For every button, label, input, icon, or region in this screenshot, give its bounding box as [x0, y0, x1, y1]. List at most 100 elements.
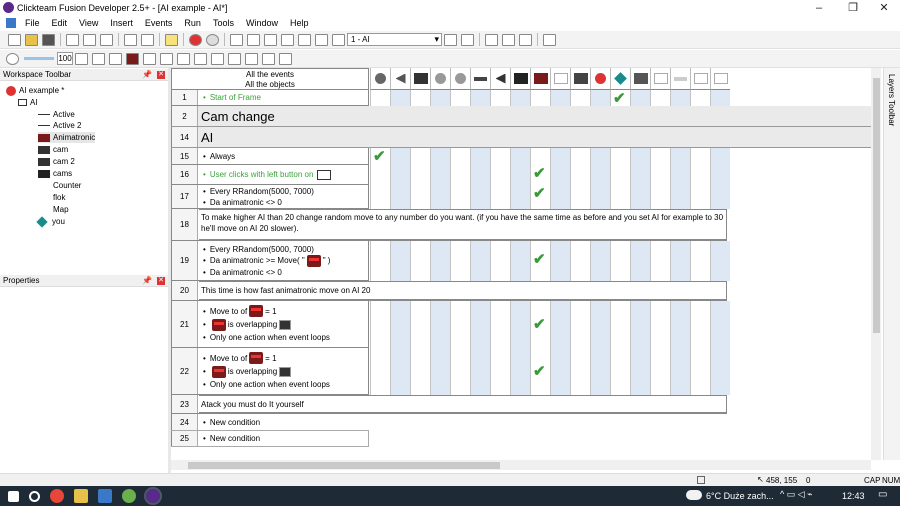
prev-frame-icon[interactable] — [444, 33, 457, 46]
restore-icon[interactable]: ❐ — [837, 0, 869, 15]
menu-tools[interactable]: Tools — [207, 18, 240, 28]
animatronic-tool-icon[interactable] — [126, 52, 139, 65]
condition-text[interactable]: Only one action when event loops — [203, 379, 364, 390]
event-grid-cell[interactable] — [510, 301, 530, 395]
event-row[interactable]: 22 Move to of = 1 is overlapping Only one… — [171, 348, 369, 395]
tree-item-cams[interactable]: cams — [38, 168, 72, 179]
event-grid-cell[interactable] — [610, 241, 630, 281]
event-row[interactable]: 24 New condition — [171, 414, 369, 431]
event-grid-cell[interactable] — [690, 301, 710, 395]
event-grid-cell[interactable] — [670, 90, 690, 106]
help-icon[interactable] — [165, 33, 178, 46]
action-check-icon[interactable]: ✔ — [533, 186, 546, 201]
pin-icon[interactable]: 📌 — [142, 275, 152, 287]
condition-line[interactable]: Da animatronic >= Move( " " ) — [203, 254, 364, 267]
filter-icon[interactable] — [245, 52, 258, 65]
event-grid-cell[interactable] — [390, 301, 410, 395]
find-icon[interactable] — [211, 52, 224, 65]
event-grid-cell[interactable] — [450, 148, 470, 209]
event-grid-cell[interactable] — [510, 148, 530, 209]
menu-file[interactable]: File — [19, 18, 46, 28]
event-grid-cell[interactable] — [470, 241, 490, 281]
event-grid-cell[interactable] — [410, 301, 430, 395]
insert-object-icon[interactable] — [143, 52, 156, 65]
event-grid-cell[interactable] — [490, 90, 510, 106]
event-grid-cell[interactable] — [670, 148, 690, 209]
tree-item-cam[interactable]: cam — [38, 144, 68, 155]
comment-row[interactable]: 18 To make higher AI than 20 change rand… — [171, 209, 727, 241]
redo-icon[interactable] — [141, 33, 154, 46]
event-grid-cell[interactable] — [650, 148, 670, 209]
comment-text[interactable]: Atack you must do It yourself — [199, 395, 727, 413]
steam-icon[interactable] — [98, 489, 112, 503]
pin-icon[interactable]: 📌 — [142, 69, 152, 81]
align-icon[interactable] — [75, 52, 88, 65]
options-icon[interactable] — [519, 33, 532, 46]
tree-item-cam-2[interactable]: cam 2 — [38, 156, 75, 167]
event-grid-cell[interactable] — [630, 90, 650, 106]
event-grid-cell[interactable] — [450, 241, 470, 281]
event-grid-cell[interactable] — [370, 90, 390, 106]
paste-icon[interactable] — [100, 33, 113, 46]
close-icon[interactable]: ✕ — [868, 0, 900, 15]
column-header[interactable] — [530, 68, 550, 90]
grid-icon[interactable] — [502, 33, 515, 46]
event-grid-cell[interactable] — [550, 148, 570, 209]
action-check-icon[interactable]: ✔ — [533, 252, 546, 267]
search-icon[interactable] — [29, 490, 40, 502]
insert-group-icon[interactable] — [177, 52, 190, 65]
event-grid-cell[interactable] — [630, 148, 650, 209]
event-grid-cell[interactable] — [510, 90, 530, 106]
tree-item-map[interactable]: Map — [38, 204, 69, 215]
event-grid-cell[interactable] — [610, 301, 630, 395]
menu-window[interactable]: Window — [240, 18, 284, 28]
event-grid-cell[interactable] — [710, 90, 730, 106]
layers-icon[interactable] — [315, 33, 328, 46]
event-grid-cell[interactable] — [670, 301, 690, 395]
event-list-icon[interactable] — [281, 33, 294, 46]
event-grid-cell[interactable] — [410, 241, 430, 281]
event-grid-cell[interactable] — [470, 148, 490, 209]
cut-icon[interactable] — [66, 33, 79, 46]
film-icon[interactable] — [543, 33, 556, 46]
event-grid-cell[interactable] — [550, 90, 570, 106]
tree-item-counter[interactable]: Counter — [38, 180, 81, 191]
new-condition[interactable]: New condition — [203, 417, 365, 428]
event-row[interactable]: 17 Every RRandom(5000, 7000) Da animatro… — [171, 185, 369, 209]
insert-comment-icon[interactable] — [194, 52, 207, 65]
text-icon[interactable] — [332, 33, 345, 46]
zoom-slider[interactable] — [24, 57, 54, 60]
condition-line[interactable]: User clicks with left button on — [203, 169, 364, 180]
frame-editor-icon[interactable] — [247, 33, 260, 46]
group-row[interactable]: 14 AI — [171, 127, 871, 148]
event-grid-cell[interactable] — [430, 301, 450, 395]
chrome-icon[interactable] — [50, 489, 64, 503]
event-grid-cell[interactable] — [570, 148, 590, 209]
comment-text[interactable]: To make higher AI than 20 change random … — [199, 209, 727, 240]
menu-edit[interactable]: Edit — [46, 18, 74, 28]
event-grid-cell[interactable] — [510, 241, 530, 281]
tree-item-frame[interactable]: AI — [18, 97, 38, 108]
tree-item-active[interactable]: Active — [38, 109, 75, 120]
clock[interactable]: 12:43 — [842, 491, 865, 501]
column-header[interactable] — [410, 68, 430, 90]
menu-view[interactable]: View — [73, 18, 104, 28]
layers-toolbar[interactable]: Layers Toolbar — [883, 68, 900, 460]
order-icon[interactable] — [109, 52, 122, 65]
horizontal-scroll-thumb[interactable] — [188, 462, 500, 469]
condition-text[interactable]: Start of Frame — [203, 92, 364, 103]
action-check-icon[interactable]: ✔ — [533, 317, 546, 332]
notification-icon[interactable]: ▭ — [878, 489, 887, 500]
collapse-icon[interactable] — [279, 52, 292, 65]
column-header[interactable] — [670, 68, 690, 90]
snap-icon[interactable] — [92, 52, 105, 65]
event-grid-cell[interactable] — [490, 148, 510, 209]
open-icon[interactable] — [25, 33, 38, 46]
bookmark-icon[interactable] — [228, 52, 241, 65]
menu-events[interactable]: Events — [139, 18, 179, 28]
condition-text[interactable]: Only one action when event loops — [203, 332, 364, 343]
event-editor-icon[interactable] — [264, 33, 277, 46]
event-grid-cell[interactable] — [390, 241, 410, 281]
column-header[interactable] — [610, 68, 630, 90]
event-grid-cell[interactable] — [630, 241, 650, 281]
